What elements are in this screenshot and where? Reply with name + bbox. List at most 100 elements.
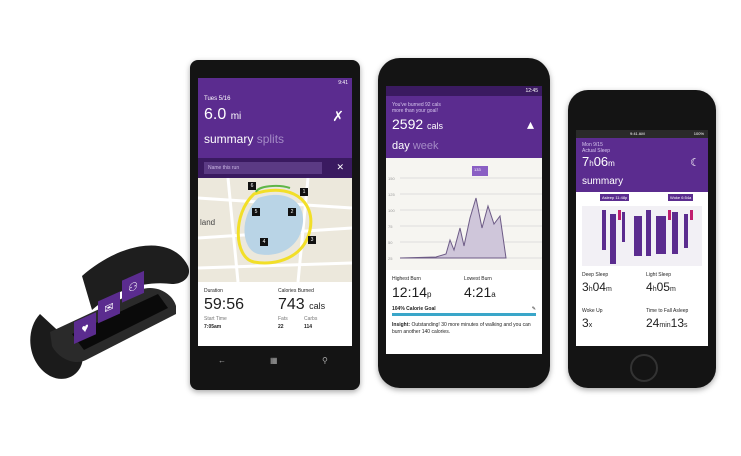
fall-min-unit: min <box>659 322 671 329</box>
heart-callout: 133 <box>474 167 481 172</box>
distance: 6.0 mi <box>204 106 241 124</box>
y-tick: 125 <box>388 192 395 197</box>
marker-2[interactable]: 2 <box>288 208 296 216</box>
highest-value: 12:14 <box>392 284 428 300</box>
calories-label: Calories Burned <box>278 288 314 294</box>
calories-value: 743 <box>278 296 305 313</box>
sleep-chart-graphic <box>582 206 702 266</box>
fall-min: 24 <box>646 316 660 330</box>
insight-text: Outstanding! 30 more minutes of walking … <box>392 322 531 335</box>
fats-value: 22 <box>278 324 284 330</box>
light-sleep-label: Light Sleep <box>646 272 672 278</box>
android-phone: 12:45 You've burned 92 cals more than yo… <box>378 58 550 388</box>
lowest-suffix: a <box>491 290 496 299</box>
deep-m-unit: m <box>605 286 612 293</box>
iphone-stats: Deep Sleep 3h04m Light Sleep 4h05m Woke … <box>576 268 708 346</box>
distance-value: 6.0 <box>204 106 227 123</box>
highest-label: Highest Burn <box>392 276 421 282</box>
windows-icon[interactable]: ▦ <box>270 356 278 365</box>
marker-4[interactable]: 4 <box>260 238 268 246</box>
status-time: 12:45 <box>525 88 538 94</box>
woke-value: 3 <box>582 316 589 330</box>
calorie-chart-graphic <box>399 166 542 259</box>
start-time-label: Start Time <box>204 316 227 322</box>
status-battery: 100% <box>693 131 704 136</box>
wp-screen: 9:41 Tues 5/16 6.0 mi ✗ summary splits N… <box>198 78 352 346</box>
wp-stats: Duration 59:56 Start Time 7:05am Calorie… <box>198 282 352 346</box>
search-icon[interactable]: ⚲ <box>322 356 328 365</box>
windows-phone: 9:41 Tues 5/16 6.0 mi ✗ summary splits N… <box>190 60 360 390</box>
calories-total: 2592 <box>392 116 424 132</box>
status-time: 9:41 AM <box>630 131 645 136</box>
fats-label: Fats <box>278 316 288 322</box>
insight: Insight: Outstanding! 30 more minutes of… <box>392 322 536 336</box>
y-tick: 50 <box>388 240 393 245</box>
iphone: 9:41 AM 100% Mon 9/15 Actual Sleep 7h06m… <box>568 90 716 388</box>
tab-day[interactable]: day <box>392 140 410 152</box>
sleep-m-unit: m <box>608 159 615 168</box>
marker-6[interactable]: 6 <box>248 182 256 190</box>
fall-asleep-label: Time to Fall Asleep <box>646 308 689 314</box>
light-m: 05 <box>656 280 670 294</box>
sleep-chart[interactable]: Asleep 11:48p Woke 6:54a <box>576 192 708 268</box>
fall-sec: 13 <box>670 316 684 330</box>
marker-3[interactable]: 3 <box>308 236 316 244</box>
moon-icon: ☾ <box>690 157 700 169</box>
marker-1[interactable]: 1 <box>300 188 308 196</box>
carbs-value: 114 <box>304 324 313 330</box>
duration-value: 59:56 <box>204 296 245 313</box>
run-icon: ⚇ <box>128 279 138 296</box>
android-stats: Highest Burn 12:14p Lowest Burn 4:21a 10… <box>386 270 542 354</box>
wp-header: Tues 5/16 6.0 mi ✗ summary splits <box>198 88 352 158</box>
status-time: 9:41 <box>338 80 348 86</box>
iphone-status-bar: 9:41 AM 100% <box>576 130 708 138</box>
calorie-chart[interactable]: 133 150 125 100 75 50 25 <box>386 158 542 270</box>
tab-summary[interactable]: summary <box>582 176 623 187</box>
fall-sec-unit: s <box>684 322 688 329</box>
android-screen: 12:45 You've burned 92 cals more than yo… <box>386 86 542 354</box>
tab-week[interactable]: week <box>413 140 439 152</box>
deep-m: 04 <box>592 280 606 294</box>
goal-label: 104% Calorie Goal <box>392 306 436 312</box>
message-line2: more than your goal! <box>392 108 438 114</box>
runner-icon: ✗ <box>332 108 344 124</box>
calories-unit: cals <box>309 301 326 311</box>
edit-icon[interactable]: ✎ <box>532 306 536 312</box>
mail-icon: ✉ <box>104 299 114 316</box>
map-label: land <box>200 218 216 227</box>
duration-label: Duration <box>204 288 223 294</box>
close-icon[interactable]: ✕ <box>336 162 344 173</box>
marker-5[interactable]: 5 <box>252 208 260 216</box>
iphone-screen: 9:41 AM 100% Mon 9/15 Actual Sleep 7h06m… <box>576 130 708 346</box>
light-h: 4 <box>646 280 653 294</box>
deep-h: 3 <box>582 280 589 294</box>
distance-unit: mi <box>230 111 242 122</box>
back-icon[interactable]: ← <box>218 356 226 365</box>
map-graphic <box>198 177 352 283</box>
route-map[interactable]: land 6 5 4 3 2 1 <box>198 177 352 283</box>
date-label: Tues 5/16 <box>204 96 231 102</box>
microsoft-band: ♥ ✉ ⚇ <box>22 236 192 386</box>
heart-icon: ♥ <box>81 319 89 337</box>
asleep-marker: Asleep 11:48p <box>600 194 630 201</box>
wp-status-bar: 9:41 <box>198 78 352 88</box>
insight-prefix: Insight: <box>392 322 411 328</box>
tab-splits[interactable]: splits <box>257 132 284 146</box>
name-row: Name this run ✕ <box>198 158 352 178</box>
start-time-value: 7:05am <box>204 324 222 330</box>
sleep-minutes: 06 <box>593 154 609 169</box>
run-name-input[interactable]: Name this run <box>204 162 322 174</box>
woke-up-label: Woke Up <box>582 308 603 314</box>
woke-unit: x <box>588 322 593 329</box>
iphone-header: Mon 9/15 Actual Sleep 7h06m ☾ summary <box>576 138 708 192</box>
light-m-unit: m <box>669 286 676 293</box>
woke-marker: Woke 6:54a <box>668 194 694 201</box>
deep-sleep-label: Deep Sleep <box>582 272 609 278</box>
android-header: You've burned 92 cals more than your goa… <box>386 96 542 158</box>
y-tick: 25 <box>388 256 393 261</box>
tab-summary[interactable]: summary <box>204 132 253 146</box>
home-button[interactable] <box>630 354 658 382</box>
lowest-value: 4:21 <box>464 284 492 300</box>
goal-progress-bar <box>392 313 536 316</box>
lowest-label: Lowest Burn <box>464 276 492 282</box>
